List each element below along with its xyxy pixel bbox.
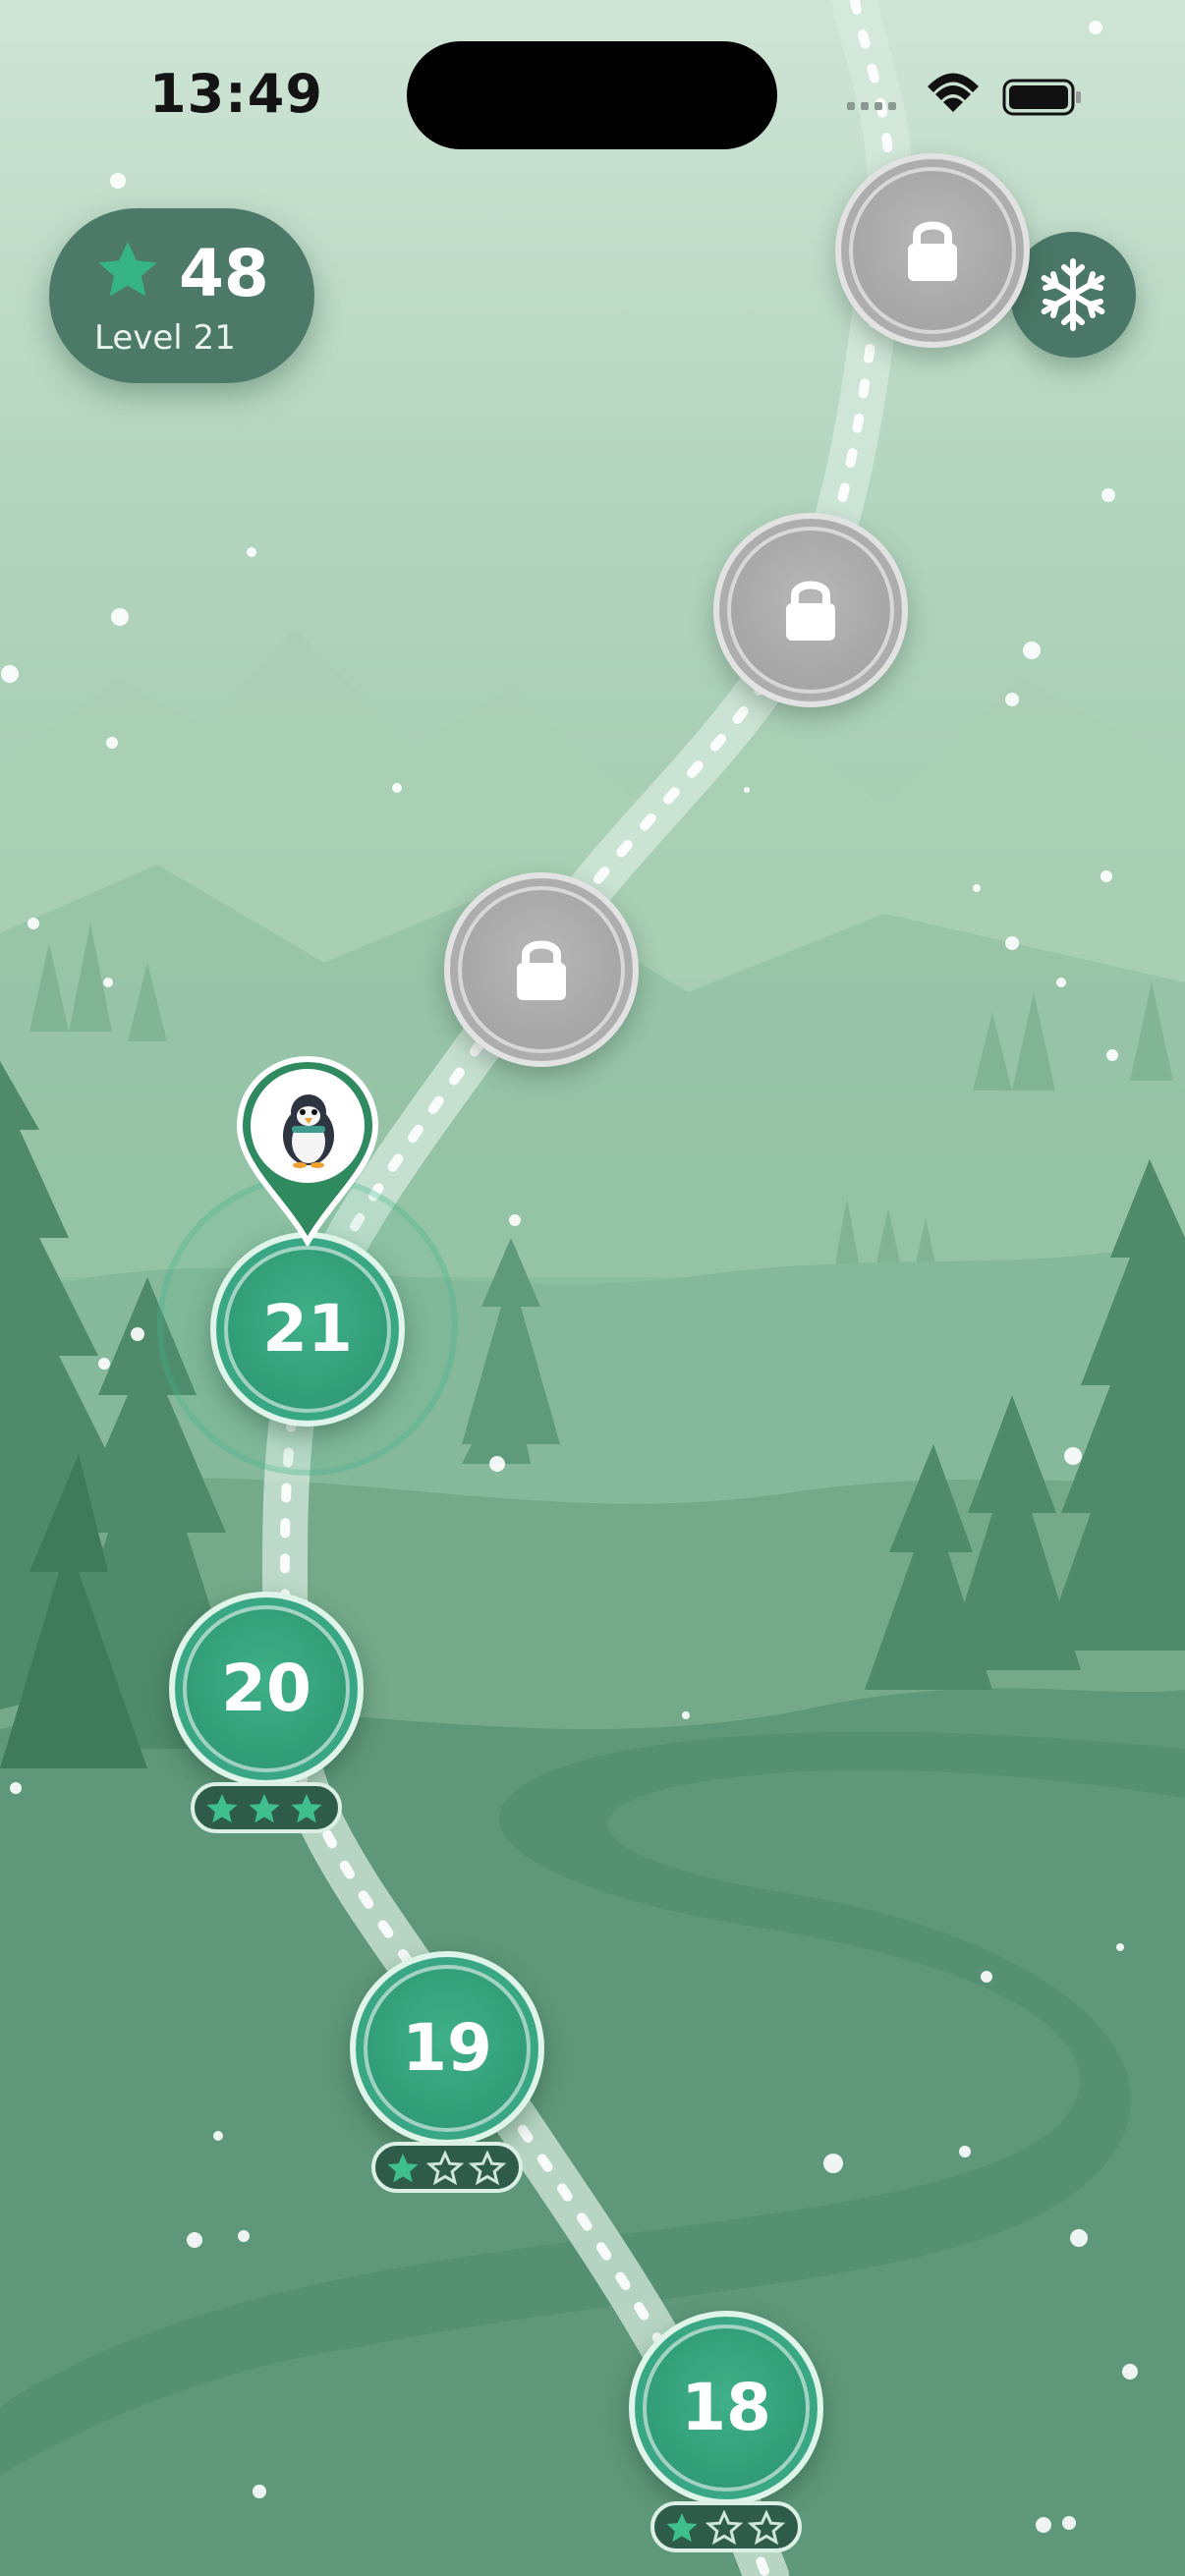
level-number: 20: [221, 1651, 311, 1726]
star-icon: [98, 242, 157, 297]
dynamic-island: [407, 41, 777, 149]
stars-1-of-3: [666, 2509, 786, 2546]
status-icons: [847, 73, 1081, 116]
level-number: 19: [402, 2010, 492, 2086]
level-node-19[interactable]: 19: [350, 1951, 544, 2146]
stars-summary-pill[interactable]: 48 Level 21: [49, 208, 314, 383]
level-number: 18: [681, 2370, 771, 2445]
level-stars-rating: [371, 2142, 523, 2193]
battery-icon: [1002, 79, 1081, 116]
level-stars-rating: [650, 2501, 802, 2552]
stars-3-of-3: [206, 1794, 322, 1823]
level-map-screen: 13:49 48 Level 21 21 20 19 18: [0, 0, 1185, 2576]
level-stars-rating: [191, 1782, 342, 1833]
level-node-locked[interactable]: [713, 513, 908, 707]
level-node-locked[interactable]: [835, 153, 1030, 348]
lock-icon: [786, 581, 835, 641]
penguin-icon: [283, 1094, 334, 1168]
current-level-label: Level 21: [94, 318, 236, 358]
lock-icon: [517, 940, 566, 1000]
status-bar-time: 13:49: [149, 63, 323, 125]
level-node-21[interactable]: 21: [210, 1232, 405, 1427]
level-node-locked[interactable]: [444, 872, 639, 1067]
level-number: 21: [262, 1291, 353, 1367]
lock-icon: [908, 221, 957, 281]
stars-1-of-3: [387, 2150, 507, 2186]
snowflake-icon: [1041, 258, 1105, 331]
stars-count: 48: [179, 236, 269, 311]
level-node-20[interactable]: 20: [169, 1592, 364, 1786]
cellular-signal-icon: [847, 102, 896, 110]
level-node-18[interactable]: 18: [629, 2311, 823, 2505]
wifi-icon: [928, 73, 979, 112]
